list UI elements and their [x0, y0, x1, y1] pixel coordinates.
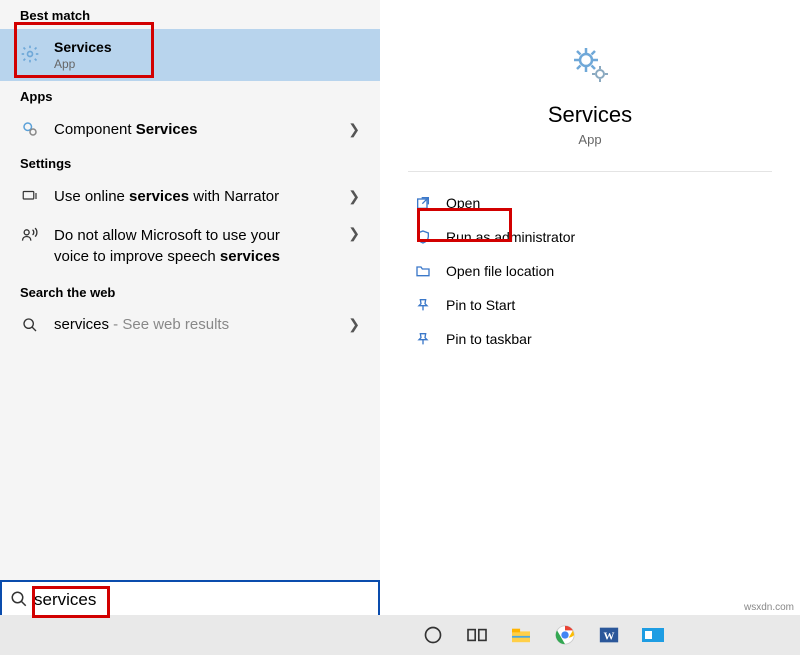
chrome-icon[interactable]	[552, 622, 578, 648]
best-match-result[interactable]: Services App	[0, 29, 380, 81]
cortana-icon[interactable]	[420, 622, 446, 648]
task-view-icon[interactable]	[464, 622, 490, 648]
speech-line2-prefix: voice to improve speech	[54, 248, 220, 265]
open-icon	[414, 194, 432, 212]
result-speech-services[interactable]: Do not allow Microsoft to use your voice…	[0, 215, 380, 277]
action-pin-taskbar-label: Pin to taskbar	[446, 331, 532, 347]
section-search-web: Search the web	[0, 277, 380, 306]
best-match-subtitle: App	[54, 57, 112, 71]
result-web-services[interactable]: services - See web results ❯	[0, 306, 380, 343]
chevron-right-icon: ❯	[348, 121, 360, 138]
svg-text:W: W	[604, 631, 615, 643]
hero-title: Services	[380, 102, 800, 128]
section-settings: Settings	[0, 148, 380, 177]
narrator-icon	[20, 187, 40, 205]
action-open-location[interactable]: Open file location	[408, 254, 772, 288]
services-gear-icon	[20, 44, 40, 67]
pin-icon	[414, 330, 432, 348]
folder-icon	[414, 262, 432, 280]
action-open-label: Open	[446, 195, 480, 211]
app-icon[interactable]	[640, 622, 666, 648]
services-app-icon	[566, 40, 614, 88]
action-run-admin-label: Run as administrator	[446, 229, 575, 245]
search-icon	[10, 590, 28, 611]
section-best-match: Best match	[0, 0, 380, 29]
section-apps: Apps	[0, 81, 380, 110]
file-explorer-icon[interactable]	[508, 622, 534, 648]
chevron-right-icon: ❯	[348, 188, 360, 205]
pin-icon	[414, 296, 432, 314]
taskbar: W	[0, 615, 800, 655]
chevron-right-icon: ❯	[348, 225, 360, 242]
narrator-prefix: Use online	[54, 188, 129, 205]
narrator-suffix: with Narrator	[189, 188, 279, 205]
action-open[interactable]: Open	[408, 186, 772, 220]
watermark: wsxdn.com	[744, 602, 794, 613]
narrator-bold: services	[129, 188, 189, 205]
speech-line1: Do not allow Microsoft to use your	[54, 225, 334, 246]
action-pin-start[interactable]: Pin to Start	[408, 288, 772, 322]
component-services-icon	[20, 120, 40, 138]
word-icon[interactable]: W	[596, 622, 622, 648]
result-component-services[interactable]: Component Services ❯	[0, 110, 380, 148]
speech-line2-bold: services	[220, 248, 280, 265]
action-pin-taskbar[interactable]: Pin to taskbar	[408, 322, 772, 356]
search-input[interactable]	[34, 590, 370, 610]
action-open-location-label: Open file location	[446, 263, 554, 279]
search-bar[interactable]	[0, 580, 380, 620]
action-run-admin[interactable]: Run as administrator	[408, 220, 772, 254]
action-pin-start-label: Pin to Start	[446, 297, 515, 313]
result-narrator-services[interactable]: Use online services with Narrator ❯	[0, 177, 380, 215]
best-match-title: Services	[54, 39, 112, 55]
component-bold: Services	[136, 121, 198, 138]
component-prefix: Component	[54, 121, 136, 138]
web-suffix: - See web results	[109, 316, 229, 333]
web-term: services	[54, 316, 109, 333]
hero-subtitle: App	[380, 132, 800, 147]
search-icon	[20, 317, 40, 333]
speech-icon	[20, 225, 40, 243]
chevron-right-icon: ❯	[348, 316, 360, 333]
divider	[408, 171, 772, 172]
search-results-panel: Best match Services App Apps Component S…	[0, 0, 380, 600]
details-panel: Services App Open Run as administrator	[380, 0, 800, 600]
shield-icon	[414, 228, 432, 246]
